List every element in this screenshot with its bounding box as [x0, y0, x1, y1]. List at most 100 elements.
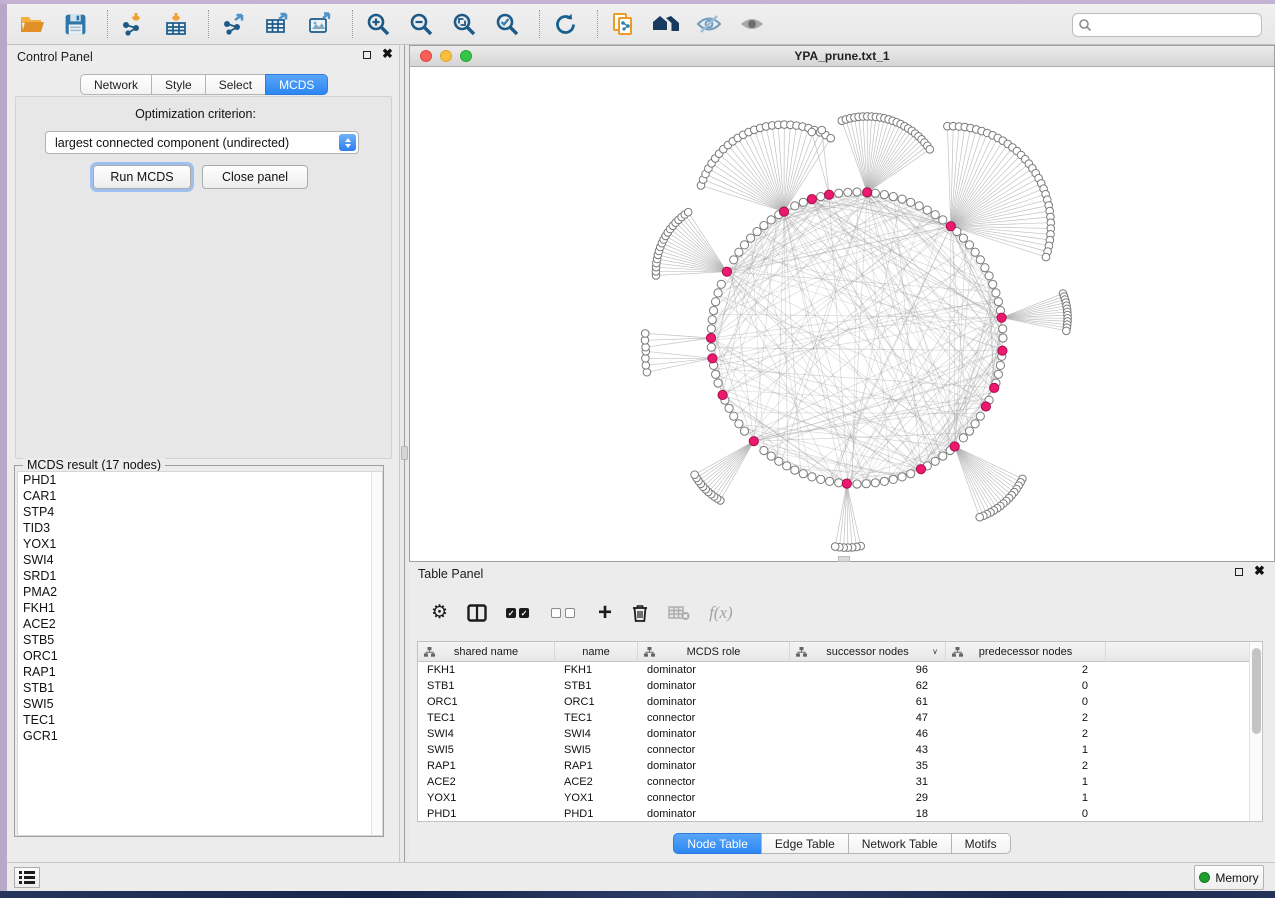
table-row[interactable]: ACE2ACE2connector311 — [418, 774, 1262, 790]
column-header-shared-name[interactable]: shared name — [418, 642, 555, 662]
result-item[interactable]: PHD1 — [18, 472, 382, 488]
hide-selected-icon[interactable] — [694, 9, 724, 39]
tab-network-table[interactable]: Network Table — [848, 833, 952, 854]
table-settings-gear-icon[interactable]: ⚙ — [431, 601, 448, 625]
control-panel-float-icon[interactable] — [363, 51, 371, 59]
zoom-fit-icon[interactable] — [449, 9, 479, 39]
table-row[interactable]: STB1STB1dominator620 — [418, 678, 1262, 694]
result-item[interactable]: ORC1 — [18, 648, 382, 664]
cell: 46 — [790, 726, 946, 742]
table-row[interactable]: RAP1RAP1dominator352 — [418, 758, 1262, 774]
cell: 18 — [790, 806, 946, 822]
column-header-predecessor-nodes[interactable]: predecessor nodes — [946, 642, 1106, 662]
table-row[interactable]: FKH1FKH1dominator962 — [418, 662, 1262, 678]
result-item[interactable]: ACE2 — [18, 616, 382, 632]
delete-column-icon[interactable] — [631, 601, 649, 625]
first-neighbors-icon[interactable] — [651, 9, 681, 39]
delete-table-icon[interactable] — [668, 601, 690, 625]
result-item[interactable]: SWI4 — [18, 552, 382, 568]
table-row[interactable]: SWI5SWI5connector431 — [418, 742, 1262, 758]
control-panel-tabs: NetworkStyleSelectMCDS — [80, 74, 328, 95]
table-scrollbar[interactable] — [1249, 642, 1262, 821]
cell: 61 — [790, 694, 946, 710]
run-mcds-button[interactable]: Run MCDS — [93, 165, 191, 189]
show-panels-list-button[interactable] — [14, 867, 40, 888]
result-item[interactable]: SWI5 — [18, 696, 382, 712]
show-columns-icon[interactable] — [467, 601, 487, 625]
import-table-icon[interactable] — [161, 9, 191, 39]
column-header-successor-nodes[interactable]: successor nodes — [790, 642, 946, 662]
tab-network[interactable]: Network — [80, 74, 152, 95]
control-panel-close-icon[interactable]: ✖ — [382, 49, 393, 59]
table-panel-float-icon[interactable] — [1235, 568, 1243, 576]
zoom-selected-icon[interactable] — [492, 9, 522, 39]
cell: 0 — [946, 806, 1106, 822]
select-all-columns-icon[interactable]: ✓✓ — [506, 601, 532, 625]
mcds-result-list: PHD1CAR1STP4TID3YOX1SWI4SRD1PMA2FKH1ACE2… — [17, 471, 383, 836]
apply-layout-icon[interactable] — [550, 9, 580, 39]
result-list-scrollbar[interactable] — [371, 472, 382, 835]
export-network-icon[interactable] — [219, 9, 249, 39]
result-item[interactable]: STB5 — [18, 632, 382, 648]
tab-select[interactable]: Select — [205, 74, 266, 95]
table-header-row: shared namename MCDS role successor nodes p… — [418, 642, 1262, 662]
close-panel-button[interactable]: Close panel — [202, 165, 308, 189]
table-row[interactable]: PHD1PHD1dominator180 — [418, 806, 1262, 822]
result-item[interactable]: PMA2 — [18, 584, 382, 600]
column-header-MCDS-role[interactable]: MCDS role — [638, 642, 790, 662]
cell: TEC1 — [418, 710, 555, 726]
table-row[interactable]: YOX1YOX1connector291 — [418, 790, 1262, 806]
zoom-in-icon[interactable] — [363, 9, 393, 39]
cell: 43 — [790, 742, 946, 758]
table-scrollbar-thumb[interactable] — [1252, 648, 1261, 734]
function-builder-icon[interactable]: f(x) — [709, 601, 733, 625]
result-item[interactable]: STB1 — [18, 680, 382, 696]
tab-motifs[interactable]: Motifs — [951, 833, 1011, 854]
save-session-icon[interactable] — [60, 9, 90, 39]
network-window-titlebar[interactable]: YPA_prune.txt_1 — [410, 46, 1274, 67]
column-label: MCDS role — [687, 646, 741, 658]
duplicate-network-icon[interactable] — [608, 9, 638, 39]
result-item[interactable]: STP4 — [18, 504, 382, 520]
tab-edge-table[interactable]: Edge Table — [761, 833, 849, 854]
result-item[interactable]: YOX1 — [18, 536, 382, 552]
desktop-strip-left — [0, 4, 7, 891]
show-all-icon[interactable] — [737, 9, 767, 39]
create-column-icon[interactable]: + — [598, 601, 612, 625]
column-type-icon — [644, 647, 655, 657]
optimization-criterion-label: Optimization criterion: — [7, 107, 384, 121]
network-graph[interactable] — [410, 67, 1274, 561]
open-file-icon[interactable] — [17, 9, 47, 39]
cell: 2 — [946, 662, 1106, 678]
result-item[interactable]: TEC1 — [18, 712, 382, 728]
table-row[interactable]: ORC1ORC1dominator610 — [418, 694, 1262, 710]
result-item[interactable]: FKH1 — [18, 600, 382, 616]
column-header-name[interactable]: name — [555, 642, 638, 662]
memory-button[interactable]: Memory — [1194, 865, 1264, 890]
result-item[interactable]: RAP1 — [18, 664, 382, 680]
result-item[interactable]: SRD1 — [18, 568, 382, 584]
column-label: predecessor nodes — [979, 646, 1073, 658]
export-table-icon[interactable] — [262, 9, 292, 39]
table-panel-close-icon[interactable]: ✖ — [1254, 566, 1265, 576]
criterion-dropdown[interactable]: largest connected component (undirected) — [45, 131, 359, 154]
tab-mcds[interactable]: MCDS — [265, 74, 328, 95]
tab-node-table[interactable]: Node Table — [673, 833, 762, 854]
tab-style[interactable]: Style — [151, 74, 206, 95]
result-item[interactable]: GCR1 — [18, 728, 382, 744]
cell: 2 — [946, 758, 1106, 774]
result-item[interactable]: CAR1 — [18, 488, 382, 504]
table-row[interactable]: SWI4SWI4dominator462 — [418, 726, 1262, 742]
cell: RAP1 — [555, 758, 638, 774]
network-canvas[interactable] — [410, 67, 1274, 561]
deselect-all-columns-icon[interactable] — [551, 601, 579, 625]
table-row[interactable]: TEC1TEC1connector472 — [418, 710, 1262, 726]
result-item[interactable]: TID3 — [18, 520, 382, 536]
export-image-icon[interactable] — [305, 9, 335, 39]
network-window: YPA_prune.txt_1 — [409, 45, 1275, 562]
vertical-splitter-handle[interactable] — [401, 446, 408, 460]
column-type-icon — [424, 647, 435, 657]
search-input[interactable] — [1072, 13, 1262, 37]
import-network-icon[interactable] — [118, 9, 148, 39]
zoom-out-icon[interactable] — [406, 9, 436, 39]
